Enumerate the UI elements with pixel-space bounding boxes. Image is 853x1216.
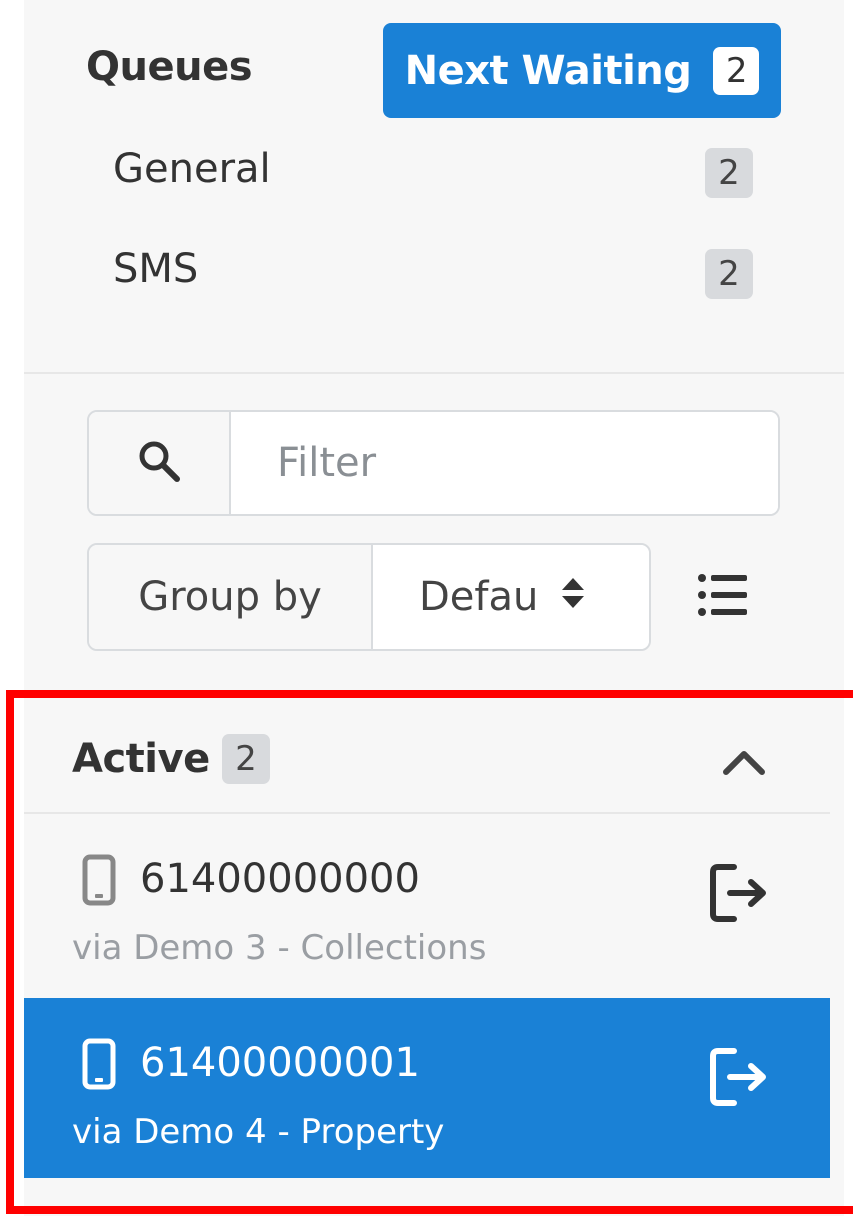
conversation-number: 61400000000 [140, 856, 420, 902]
group-by-select[interactable]: Defau [373, 545, 649, 649]
queue-sms-count-badge: 2 [705, 249, 753, 299]
leave-conversation-icon[interactable] [708, 1046, 770, 1112]
active-section-title: Active [72, 736, 210, 782]
leave-conversation-icon[interactable] [708, 862, 770, 928]
search-icon [135, 437, 183, 489]
filter-icon-addon [89, 412, 231, 514]
mobile-phone-icon [82, 1038, 116, 1094]
active-count-badge: 2 [221, 734, 270, 784]
active-section-header[interactable]: Active 2 [24, 700, 830, 814]
chevron-up-icon[interactable] [722, 748, 766, 780]
conversation-item[interactable]: 61400000000 via Demo 3 - Collections [24, 814, 830, 994]
filter-input[interactable] [231, 412, 778, 514]
group-by-control: Group by Defau [87, 543, 651, 651]
queue-item-general-label[interactable]: General [113, 146, 271, 192]
conversation-via: via Demo 4 - Property [72, 1112, 445, 1152]
filter-group [87, 410, 780, 516]
group-by-label: Group by [89, 545, 373, 649]
next-waiting-label: Next Waiting [404, 47, 692, 94]
conversation-via: via Demo 3 - Collections [72, 928, 487, 968]
queue-item-sms-label[interactable]: SMS [113, 246, 198, 292]
group-by-value: Defau [419, 574, 539, 620]
next-waiting-count-badge: 2 [713, 46, 760, 95]
queue-general-count-badge: 2 [705, 148, 753, 198]
queues-heading: Queues [86, 44, 253, 90]
next-waiting-button[interactable]: Next Waiting 2 [383, 23, 781, 118]
conversation-number: 61400000001 [140, 1040, 420, 1086]
list-icon[interactable] [697, 572, 749, 622]
mobile-phone-icon [82, 854, 116, 910]
sort-icon [560, 574, 586, 620]
conversation-item-selected[interactable]: 61400000001 via Demo 4 - Property [24, 998, 830, 1178]
section-divider [24, 372, 844, 374]
